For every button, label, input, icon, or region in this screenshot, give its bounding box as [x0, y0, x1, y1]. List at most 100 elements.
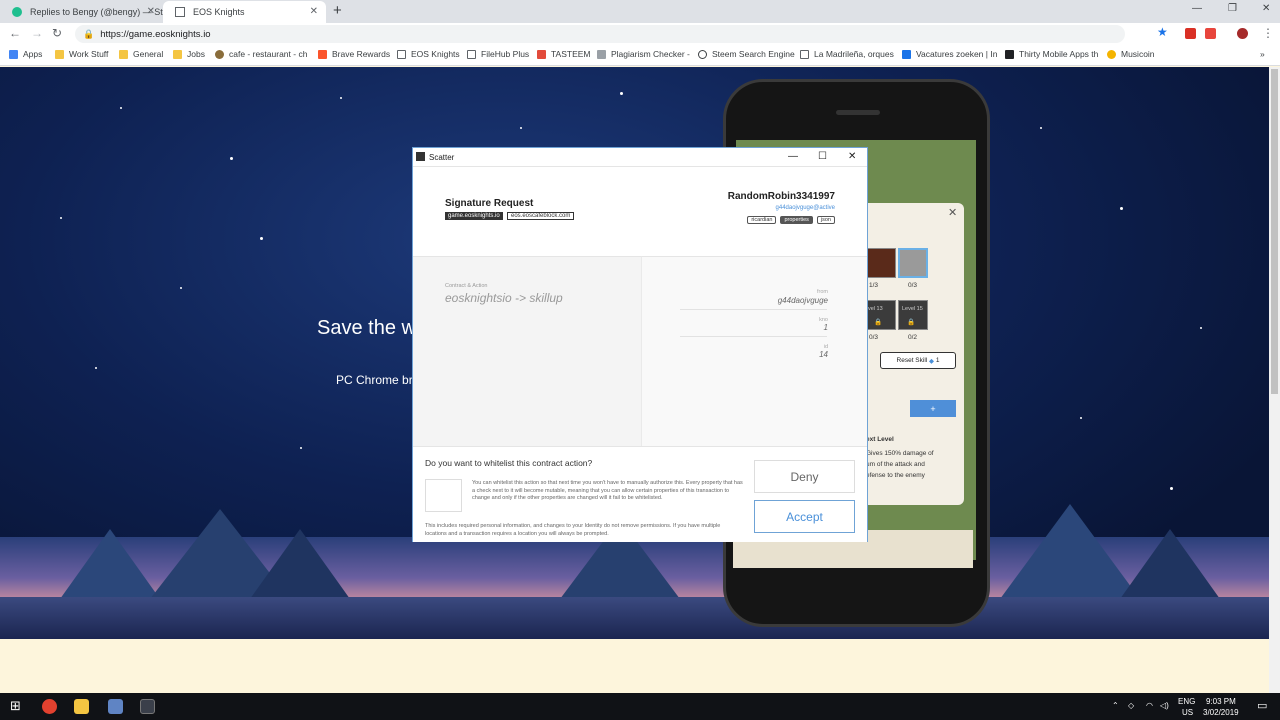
bookmark-musicoin[interactable]: Musicoin	[1107, 49, 1155, 59]
bookmark-filehub[interactable]: FileHub Plus	[467, 49, 529, 59]
skill-slot[interactable]	[898, 248, 928, 278]
bookmarks-more[interactable]: »	[1260, 49, 1265, 59]
maximize-button[interactable]: ☐	[818, 151, 827, 162]
star	[260, 237, 263, 240]
page-icon	[467, 49, 476, 59]
close-tab-icon[interactable]: ✕	[310, 6, 318, 17]
contract-action-label: Contract & Action	[445, 283, 488, 289]
notifications-icon[interactable]: ▭	[1257, 699, 1267, 712]
slot-count: 0/3	[908, 282, 918, 289]
tab-replies[interactable]: Replies to Bengy (@bengy) — St ✕	[0, 1, 163, 23]
bookmark-work-stuff[interactable]: Work Stuff	[55, 49, 108, 59]
bolt-icon	[1005, 49, 1014, 59]
tab-json[interactable]: json	[816, 216, 835, 224]
dialog-titlebar: Scatter — ☐ ✕	[413, 148, 867, 166]
bookmark-la-madrilena[interactable]: La Madrileña, orques	[800, 49, 894, 59]
bookmark-tasteem[interactable]: TASTEEM	[537, 49, 591, 59]
region-indicator[interactable]: US	[1182, 708, 1193, 717]
water-reflection	[0, 597, 1269, 639]
bookmark-thirty-apps[interactable]: Thirty Mobile Apps th	[1005, 49, 1098, 59]
language-indicator[interactable]: ENG	[1178, 697, 1195, 706]
bookmark-general[interactable]: General	[119, 49, 163, 59]
file-explorer-icon[interactable]	[74, 699, 89, 714]
volume-icon[interactable]: ◁)	[1160, 701, 1169, 710]
menu-dots-icon[interactable]: ⋮	[1262, 26, 1274, 40]
scatter-app-icon[interactable]	[140, 699, 155, 714]
browser-tab-strip: Replies to Bengy (@bengy) — St ✕ EOS Kni…	[0, 0, 1280, 23]
mountain	[60, 529, 160, 599]
slot-count: 0/2	[908, 334, 918, 341]
url-text: https://game.eosknights.io	[100, 28, 211, 40]
scrollbar-thumb[interactable]	[1271, 69, 1278, 394]
page-scrollbar[interactable]	[1269, 67, 1280, 693]
restore-button[interactable]: ❐	[1228, 3, 1237, 14]
minimize-button[interactable]: —	[1192, 3, 1202, 14]
dialog-header	[413, 166, 867, 256]
tab-eos-knights[interactable]: EOS Knights ✕	[163, 1, 326, 23]
signature-request-title: Signature Request	[445, 198, 534, 209]
field-divider	[680, 309, 827, 310]
bookmark-brave[interactable]: Brave Rewards	[318, 49, 390, 59]
bookmark-apps[interactable]: Apps	[9, 49, 42, 59]
skill-slot[interactable]	[866, 248, 896, 278]
close-dialog-button[interactable]: ✕	[848, 151, 856, 162]
field-value-kno: 1	[823, 323, 828, 332]
windows-start-icon[interactable]: ⊞	[10, 698, 21, 714]
star	[620, 92, 623, 95]
minimize-button[interactable]: —	[788, 151, 798, 162]
whitelist-checkbox[interactable]	[425, 479, 462, 512]
bookmark-steem-search[interactable]: Steem Search Engine	[698, 49, 795, 59]
slot-level: vel 13	[868, 306, 883, 312]
lock-icon: 🔒	[874, 319, 883, 326]
mountain	[250, 529, 350, 599]
reset-skill-button[interactable]: Reset Skill ◆ 1	[880, 352, 956, 369]
extension-icon[interactable]	[1205, 28, 1216, 39]
star	[60, 217, 62, 219]
bookmark-star-icon[interactable]: ★	[1157, 25, 1168, 39]
close-window-button[interactable]: ✕	[1262, 3, 1270, 14]
accept-button[interactable]: Accept	[754, 500, 855, 533]
star	[1170, 487, 1173, 490]
level-up-button[interactable]: +	[910, 400, 956, 417]
extension-icon[interactable]	[1185, 28, 1196, 39]
deny-button[interactable]: Deny	[754, 460, 855, 493]
bookmark-jobs[interactable]: Jobs	[173, 49, 205, 59]
dropbox-icon[interactable]: ◇	[1128, 701, 1134, 710]
wifi-icon[interactable]: ◠	[1146, 701, 1153, 710]
origin-chip: game.eosknights.io	[445, 212, 503, 220]
field-value-id: 14	[819, 350, 828, 359]
whitelist-note: This includes required personal informat…	[425, 523, 721, 537]
bookmark-eos-knights[interactable]: EOS Knights	[397, 49, 460, 59]
star	[520, 127, 522, 129]
star	[95, 367, 97, 369]
account-name: RandomRobin3341997	[727, 191, 835, 202]
page-footer-area	[0, 639, 1269, 693]
skill-description: um of the attack and	[866, 461, 925, 468]
bookmark-vacatures[interactable]: Vacatures zoeken | In	[902, 49, 997, 59]
tab-ricardian[interactable]: ricardian	[747, 216, 777, 224]
properties-panel	[641, 256, 867, 446]
new-tab-button[interactable]: +	[333, 2, 342, 19]
tab-properties[interactable]: properties	[780, 216, 813, 224]
reload-icon[interactable]: ↻	[52, 26, 62, 40]
tray-chevron-icon[interactable]: ⌃	[1112, 701, 1119, 710]
musicoin-icon	[1107, 49, 1116, 59]
address-bar[interactable]: 🔒 https://game.eosknights.io	[75, 25, 1125, 43]
close-icon[interactable]: ✕	[948, 206, 957, 219]
back-arrow-icon[interactable]: ←	[9, 26, 21, 40]
profile-icon[interactable]	[1237, 28, 1248, 39]
app-icon[interactable]	[108, 699, 123, 714]
star	[1200, 327, 1202, 329]
star	[340, 97, 342, 99]
forward-arrow-icon[interactable]: →	[31, 26, 43, 40]
search-icon	[698, 49, 707, 59]
bookmark-plagiarism[interactable]: Plagiarism Checker -	[597, 49, 690, 59]
hero-subtitle: PC Chrome br	[336, 373, 413, 387]
folder-icon	[119, 49, 128, 59]
bookmarks-bar: Apps Work Stuff General Jobs cafe - rest…	[0, 45, 1280, 66]
chrome-icon[interactable]	[42, 699, 57, 714]
close-tab-icon[interactable]: ✕	[147, 6, 155, 17]
clock-date[interactable]: 3/02/2019	[1203, 708, 1239, 717]
bookmark-cafe[interactable]: cafe - restaurant - ch	[215, 49, 307, 59]
clock-time[interactable]: 9:03 PM	[1206, 697, 1236, 706]
